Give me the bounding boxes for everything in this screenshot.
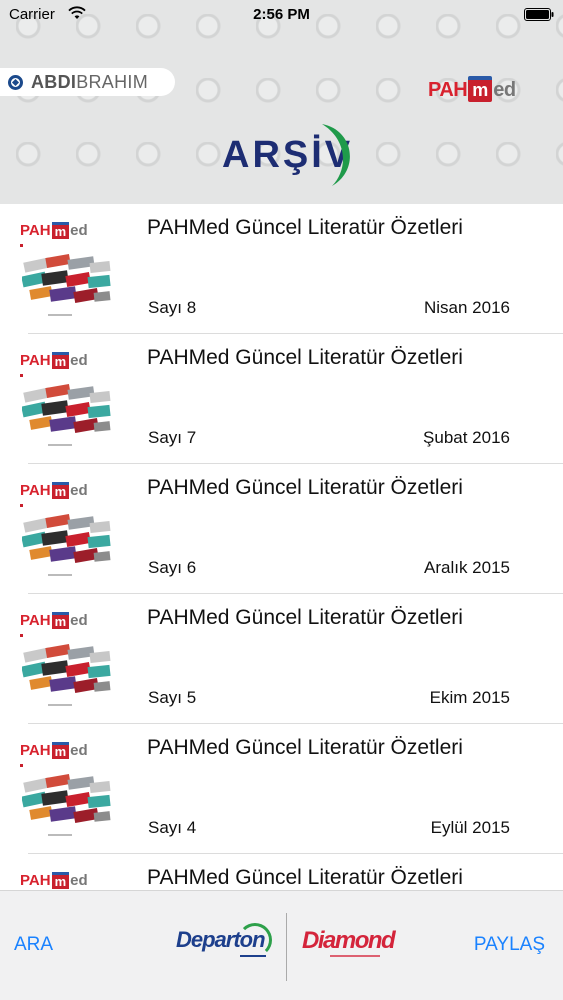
issue-title: PAHMed Güncel Literatür Özetleri — [147, 866, 463, 889]
thumb-pahmed-logo: PAH m ed — [20, 352, 88, 369]
bottom-toolbar: ARA Departon Diamond PAYLAŞ — [0, 890, 563, 1000]
list-item[interactable]: PAH m ed PAHMed Güncel Literatür Özetleri Sa… — [0, 594, 563, 724]
pahmed-logo: PAH m ed — [428, 62, 538, 102]
thumb-pahmed-logo: PAH m ed — [20, 222, 88, 239]
list-item[interactable]: PAH m ed PAHMed Güncel Literatür Özetleri Sa… — [0, 464, 563, 594]
diamond-logo: Diamond — [302, 927, 396, 954]
issue-number: Sayı 6 — [148, 558, 197, 577]
archive-list[interactable]: PAH m ed PAHMed Güncel Literatür Özetleri Sa… — [0, 204, 563, 890]
header: Carrier 2:56 PM ABDIBRAHIM PAH m ed ARŞİV — [0, 0, 563, 204]
list-item[interactable]: PAH m ed PAHMed Güncel Literatür Özetleri Sa… — [0, 724, 563, 854]
issue-number: Sayı 8 — [148, 298, 197, 317]
cover-collage-image — [22, 644, 111, 693]
cover-collage-image — [22, 774, 111, 823]
issue-number: Sayı 7 — [148, 428, 197, 447]
clock-label: 2:56 PM — [253, 6, 310, 23]
issue-title: PAHMed Güncel Literatür Özetleri — [147, 736, 463, 759]
issue-cover-thumbnail: PAH m ed — [18, 478, 114, 582]
issue-cover-thumbnail: PAH m ed — [18, 738, 114, 842]
issue-title: PAHMed Güncel Literatür Özetleri — [147, 476, 463, 499]
share-button[interactable]: PAYLAŞ — [474, 934, 545, 956]
status-bar: Carrier 2:56 PM — [0, 0, 563, 30]
list-item[interactable]: PAH m ed PAHMed Güncel Literatür Özetleri Sa… — [0, 204, 563, 334]
issue-date: Eylül 2015 — [430, 818, 510, 837]
title-swoosh-icon — [322, 124, 350, 186]
thumb-pahmed-logo: PAH m ed — [20, 872, 88, 889]
issue-date: Aralık 2015 — [424, 558, 510, 577]
abdi-ibrahim-mark-icon — [8, 74, 23, 90]
issue-date: Ekim 2015 — [429, 688, 510, 707]
cover-collage-image — [22, 384, 111, 433]
issue-cover-thumbnail: PAH m ed — [18, 218, 114, 322]
search-button[interactable]: ARA — [14, 934, 53, 956]
list-item[interactable]: PAH m ed PAHMed Güncel Literatür Özetleri Sa… — [0, 334, 563, 464]
page-title: ARŞİV — [222, 120, 362, 190]
list-item[interactable]: PAH m ed PAHMed Güncel Literatür Özetleri — [0, 854, 563, 890]
departon-ring-icon — [238, 923, 272, 957]
issue-date: Şubat 2016 — [423, 428, 510, 447]
cover-collage-image — [22, 254, 111, 303]
issue-title: PAHMed Güncel Literatür Özetleri — [147, 216, 463, 239]
thumb-pahmed-logo: PAH m ed — [20, 482, 88, 499]
departon-logo: Departon — [176, 921, 276, 965]
issue-date: Nisan 2016 — [423, 298, 510, 317]
issue-number: Sayı 5 — [148, 688, 197, 707]
abdi-ibrahim-wordmark: ABDIBRAHIM — [31, 71, 149, 92]
issue-number: Sayı 4 — [148, 818, 197, 837]
battery-icon — [524, 8, 554, 21]
thumb-pahmed-logo: PAH m ed — [20, 612, 88, 629]
issue-title: PAHMed Güncel Literatür Özetleri — [147, 346, 463, 369]
abdi-ibrahim-logo: ABDIBRAHIM — [0, 68, 175, 96]
issue-cover-thumbnail: PAH m ed — [18, 868, 114, 890]
issue-cover-thumbnail: PAH m ed — [18, 348, 114, 452]
issue-title: PAHMed Güncel Literatür Özetleri — [147, 606, 463, 629]
thumb-pahmed-logo: PAH m ed — [20, 742, 88, 759]
sponsor-divider — [286, 913, 287, 981]
cover-collage-image — [22, 514, 111, 563]
issue-cover-thumbnail: PAH m ed — [18, 608, 114, 712]
